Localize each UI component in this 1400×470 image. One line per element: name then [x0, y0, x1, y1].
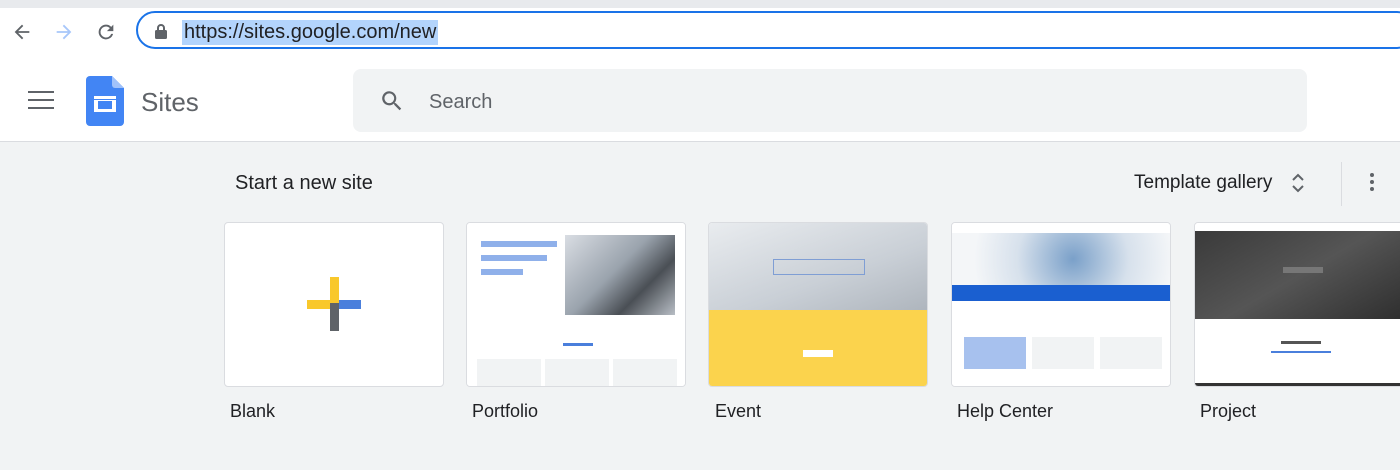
template-label-portfolio[interactable]: Portfolio	[472, 401, 538, 422]
grid-cell	[477, 359, 541, 386]
project-hero	[1195, 231, 1400, 319]
unfold-more-icon[interactable]	[1290, 170, 1306, 196]
template-card-portfolio[interactable]	[466, 222, 686, 387]
hamburger-icon-line	[28, 107, 54, 109]
help-tile	[1100, 337, 1162, 369]
section-title: Start a new site	[235, 172, 373, 194]
hamburger-icon	[28, 91, 54, 93]
more-options-button[interactable]	[1360, 170, 1384, 198]
project-text-line	[1281, 341, 1321, 344]
event-banner	[709, 310, 927, 386]
portfolio-grid	[477, 359, 677, 386]
template-label-help-center[interactable]: Help Center	[957, 401, 1053, 422]
more-vert-icon	[1370, 173, 1374, 177]
arrow-left-icon	[14, 24, 30, 40]
help-banner	[952, 285, 1170, 301]
event-button	[803, 350, 833, 357]
search-input[interactable]	[427, 89, 1251, 115]
portfolio-link-line	[563, 343, 593, 346]
back-button[interactable]	[8, 18, 36, 46]
arrow-right-icon	[56, 24, 72, 40]
help-hero	[952, 233, 1170, 285]
template-label-blank[interactable]: Blank	[230, 401, 275, 422]
more-vert-dot	[1370, 180, 1374, 184]
event-thumbnail	[709, 223, 927, 386]
search-icon[interactable]	[379, 88, 405, 114]
project-heading-bar	[1283, 267, 1323, 273]
heading-line	[481, 255, 547, 261]
template-card-help-center[interactable]	[951, 222, 1171, 387]
project-thumbnail	[1195, 223, 1400, 386]
help-center-thumbnail	[952, 223, 1170, 386]
portfolio-heading-lines	[481, 241, 561, 275]
project-footer	[1195, 383, 1400, 386]
template-card-event[interactable]	[708, 222, 928, 387]
reload-button[interactable]	[92, 18, 120, 46]
tab-strip	[0, 0, 1400, 8]
help-tile	[1032, 337, 1094, 369]
url-text[interactable]: https://sites.google.com/new	[182, 20, 439, 45]
address-bar[interactable]: https://sites.google.com/new	[136, 11, 1400, 49]
grid-cell	[545, 359, 609, 386]
help-tile	[964, 337, 1026, 369]
header-divider	[1341, 162, 1342, 206]
portfolio-photo	[565, 235, 675, 315]
project-text-line	[1271, 351, 1331, 353]
event-heading-bar	[773, 259, 865, 275]
template-label-project[interactable]: Project	[1200, 401, 1256, 422]
template-gallery-toggle[interactable]: Template gallery	[1134, 170, 1306, 196]
template-card-blank[interactable]	[224, 222, 444, 387]
portfolio-thumbnail	[467, 223, 685, 386]
grid-cell	[613, 359, 677, 386]
main-menu-button[interactable]	[28, 91, 54, 111]
template-label-event[interactable]: Event	[715, 401, 761, 422]
plus-icon	[307, 277, 361, 331]
heading-line	[481, 269, 523, 275]
reload-icon	[98, 24, 114, 40]
template-gallery-label[interactable]: Template gallery	[1134, 172, 1272, 194]
search-bar[interactable]	[353, 69, 1307, 132]
template-card-project[interactable]	[1194, 222, 1400, 387]
google-sites-logo	[86, 76, 124, 126]
forward-button[interactable]	[50, 18, 78, 46]
more-vert-dot	[1370, 187, 1374, 191]
lock-icon	[155, 24, 167, 39]
app-header: Sites	[0, 64, 1400, 142]
heading-line	[481, 241, 557, 247]
browser-toolbar: https://sites.google.com/new	[0, 0, 1400, 64]
hamburger-icon-line	[28, 99, 54, 101]
app-title[interactable]: Sites	[141, 87, 199, 118]
